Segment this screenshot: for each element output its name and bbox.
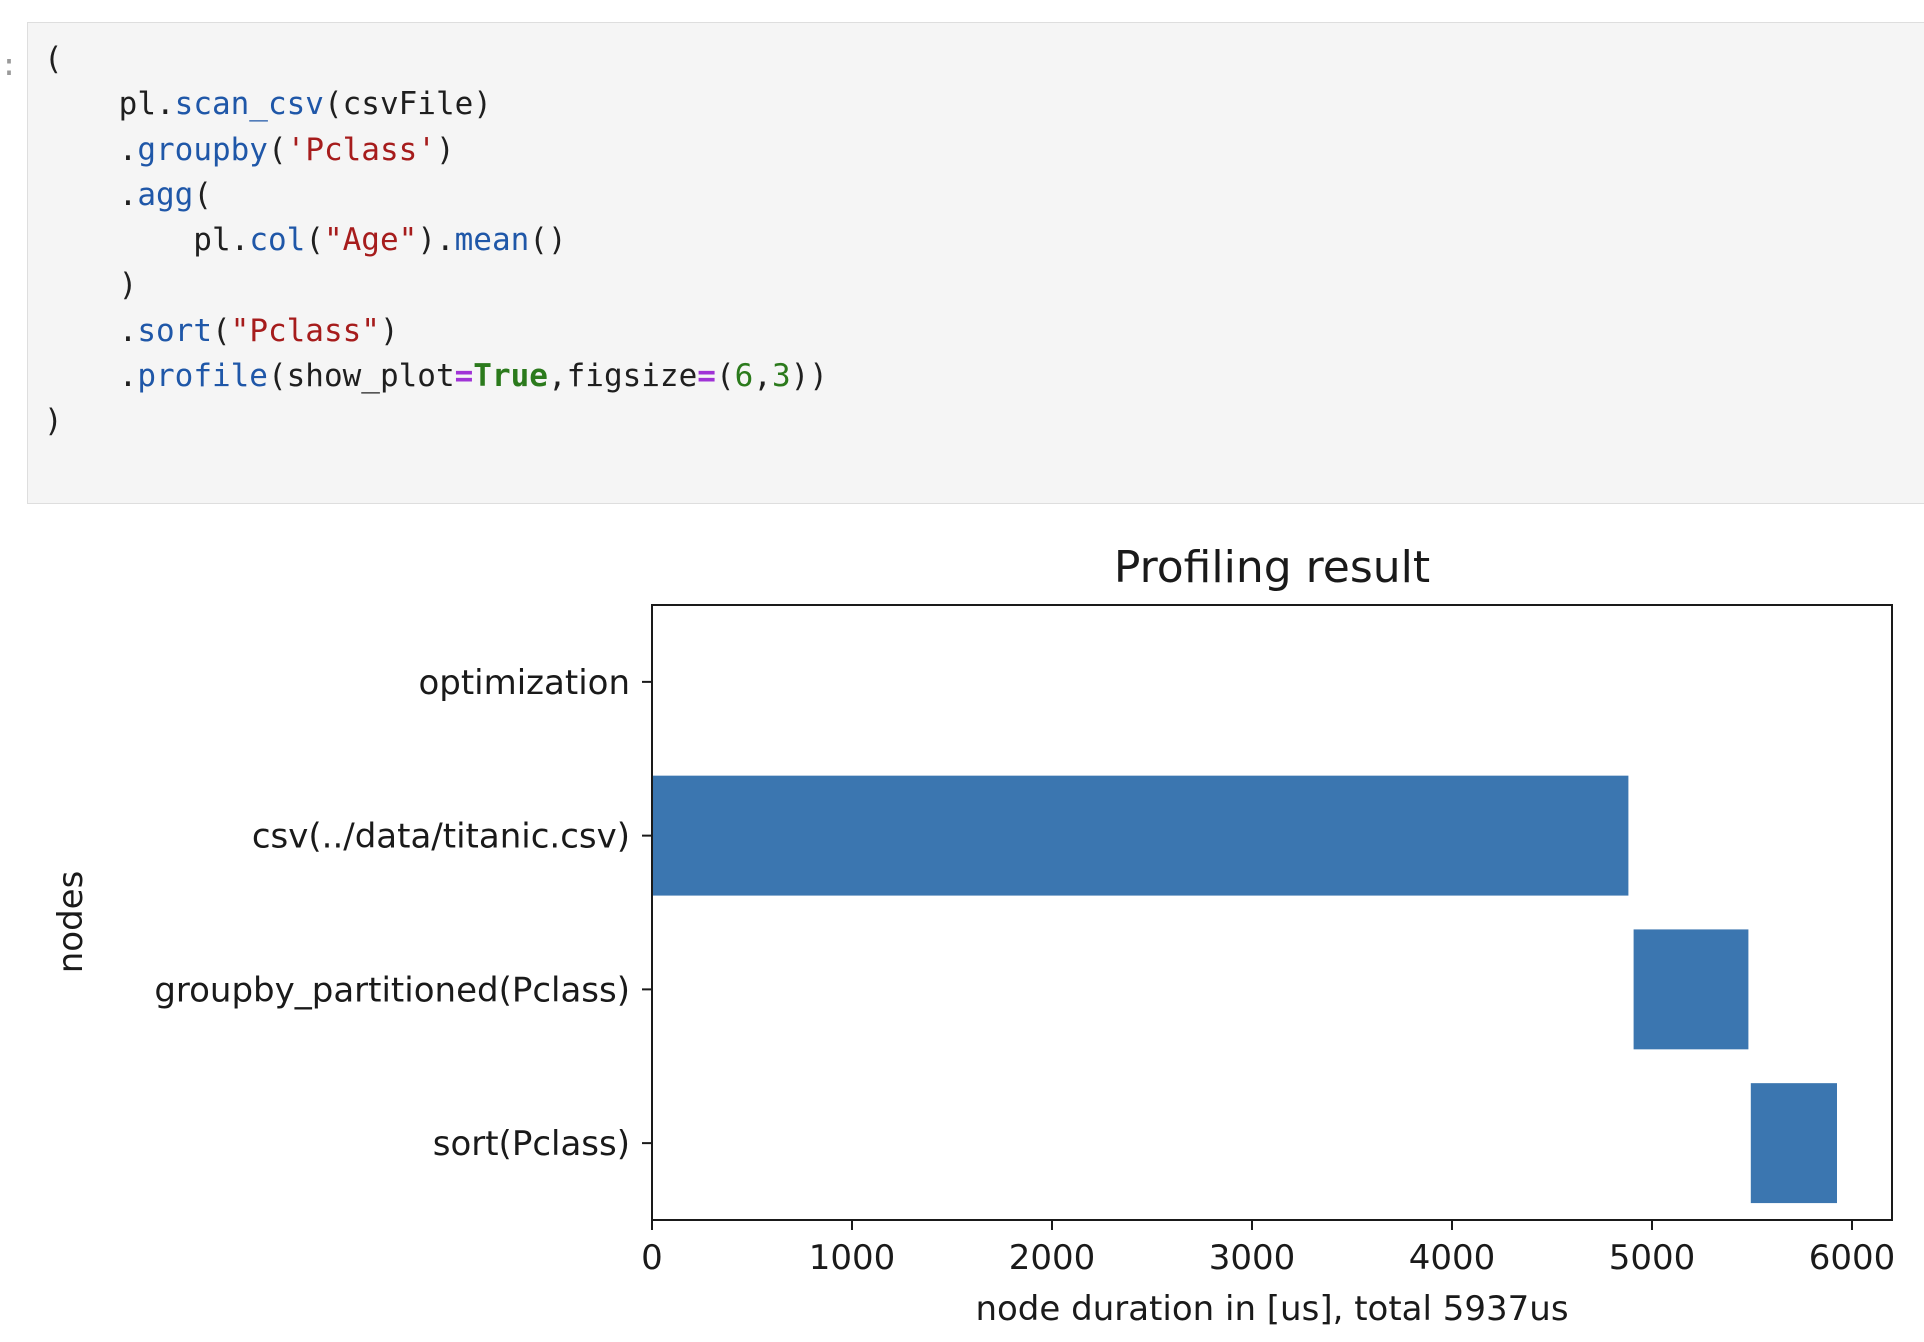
code-token: ) — [44, 403, 63, 440]
x-axis-label: node duration in [us], total 5937us — [975, 1289, 1568, 1329]
code-token: 6 — [734, 358, 754, 395]
code-token: pl. — [44, 86, 175, 123]
code-line: .sort("Pclass") — [44, 309, 828, 354]
x-tick-label: 4000 — [1409, 1238, 1496, 1278]
code-token: ) — [44, 267, 138, 304]
code-token: col — [249, 222, 306, 259]
code-token: . — [44, 131, 138, 168]
code-token: sort — [137, 312, 212, 349]
code-token: ( — [44, 41, 63, 77]
code-token: = — [454, 358, 474, 395]
code-token: mean — [454, 222, 530, 259]
cell-prompt-marker: : — [0, 48, 19, 83]
bar — [652, 775, 1629, 896]
x-tick-label: 5000 — [1609, 1238, 1696, 1278]
x-tick-label: 1000 — [809, 1238, 896, 1278]
code-token: scan_csv — [174, 86, 324, 123]
bar — [1750, 1083, 1837, 1204]
code-token: ( — [715, 358, 735, 395]
code-token: agg — [137, 176, 194, 213]
code-editor[interactable]: ( pl.scan_csv(csvFile) .groupby('Pclass'… — [44, 37, 828, 445]
code-token: ,figsize — [547, 358, 698, 395]
code-token: True — [473, 358, 548, 395]
code-line: pl.col("Age").mean() — [44, 218, 828, 263]
y-tick-label: csv(../data/titanic.csv) — [252, 817, 630, 857]
code-token: "Pclass" — [230, 312, 380, 349]
code-line: .groupby('Pclass') — [44, 128, 828, 173]
code-token: = — [697, 358, 716, 395]
code-line: ) — [44, 263, 828, 308]
code-token: . — [44, 358, 138, 395]
code-token: 3 — [771, 358, 791, 395]
code-line: ( — [44, 37, 828, 82]
code-token: ). — [417, 222, 455, 259]
code-token: (show_plot — [267, 358, 455, 395]
code-token: pl. — [44, 222, 250, 259]
code-token: groupby — [137, 131, 268, 168]
code-token: (csvFile) — [323, 86, 492, 123]
x-tick-label: 6000 — [1809, 1238, 1896, 1278]
profiling-bar-chart: optimization csv(../data/titanic.csv) grou… — [51, 542, 1895, 1329]
code-line: ) — [44, 399, 828, 444]
code-token: ( — [193, 176, 212, 213]
chart-output: optimization csv(../data/titanic.csv) grou… — [0, 520, 1924, 1342]
y-tick-label: groupby_partitioned(Pclass) — [154, 970, 630, 1010]
code-token: 'Pclass' — [286, 131, 436, 168]
chart-title: Profiling result — [1114, 542, 1430, 593]
code-token: ( — [305, 222, 324, 259]
code-line: .agg( — [44, 173, 828, 218]
x-tick-label: 0 — [641, 1238, 663, 1278]
code-token: profile — [137, 358, 268, 395]
x-tick-label: 2000 — [1009, 1238, 1096, 1278]
bar — [1633, 929, 1749, 1050]
x-tick-label: 3000 — [1209, 1238, 1296, 1278]
code-token: . — [44, 312, 138, 349]
code-line: pl.scan_csv(csvFile) — [44, 82, 828, 127]
code-token: ( — [267, 131, 287, 168]
code-token: () — [529, 222, 567, 259]
y-axis-label: nodes — [51, 871, 91, 974]
y-axis: optimization csv(../data/titanic.csv) grou… — [154, 663, 652, 1164]
code-token: ) — [435, 131, 455, 168]
code-token: ) — [379, 312, 399, 349]
code-cell[interactable]: ( pl.scan_csv(csvFile) .groupby('Pclass'… — [27, 22, 1924, 504]
code-line: .profile(show_plot=True,figsize=(6,3)) — [44, 354, 828, 399]
code-token: , — [753, 358, 772, 395]
code-token: )) — [790, 358, 828, 395]
code-token: ( — [211, 312, 231, 349]
plot-background — [652, 605, 1892, 1220]
y-tick-label: sort(Pclass) — [433, 1124, 630, 1164]
x-axis: 0 1000 2000 3000 4000 5000 6000 — [641, 1220, 1895, 1278]
code-token: "Age" — [323, 222, 418, 259]
y-tick-label: optimization — [418, 663, 630, 703]
code-token: . — [44, 176, 138, 213]
